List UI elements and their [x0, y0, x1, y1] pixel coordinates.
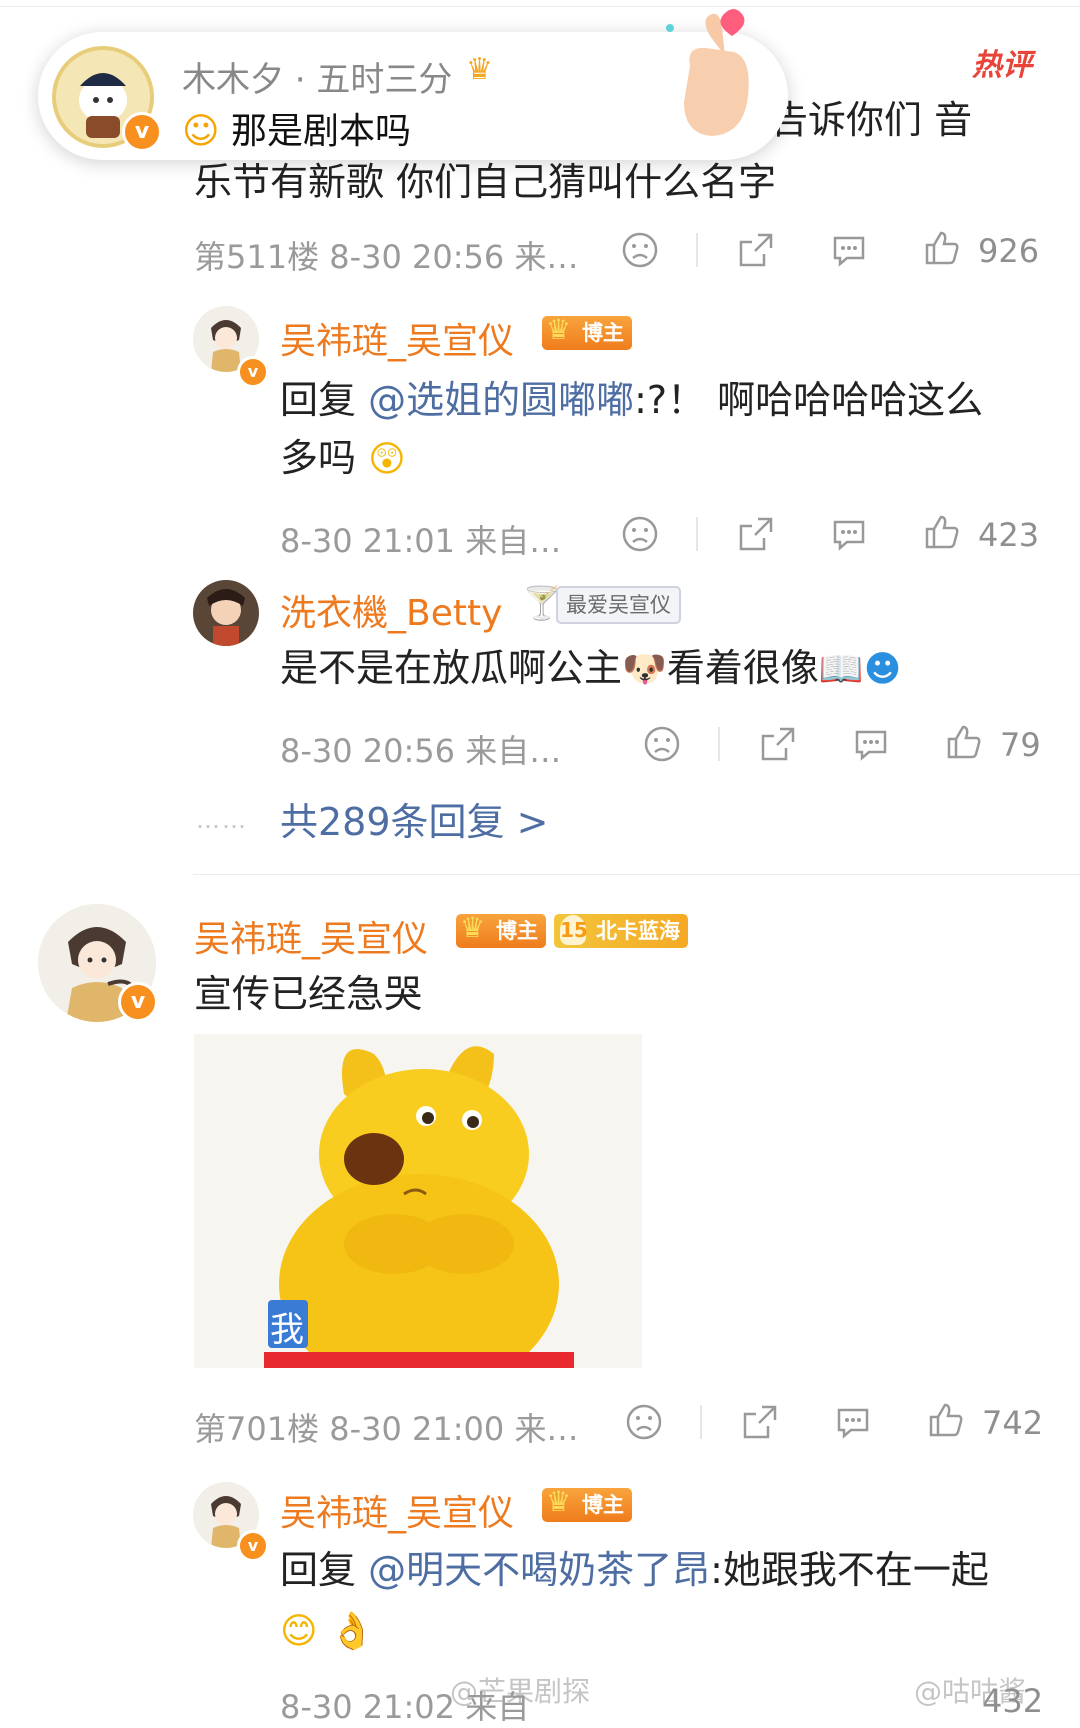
- image-caption-tag: 我: [270, 1310, 304, 1350]
- like-icon[interactable]: [926, 1400, 966, 1444]
- like-icon[interactable]: [944, 722, 984, 766]
- comment-text-line2: 乐节有新歌 你们自己猜叫什么名字: [194, 160, 777, 204]
- action-separator: [696, 233, 698, 267]
- comment-text: 宣传已经急哭: [194, 972, 423, 1016]
- action-separator: [696, 517, 698, 551]
- reply-text-line1: 回复 @选姐的圆嘟嘟:?！ 啊哈哈哈哈这么: [280, 378, 984, 422]
- shocked-emoji-icon: 😲: [368, 439, 406, 480]
- fan-level-badge: 15 北卡蓝海: [554, 914, 688, 948]
- finger-heart-icon: [650, 6, 770, 146]
- watermark-right: @咕咕酱: [914, 1675, 1027, 1708]
- username[interactable]: 洗衣機_Betty: [280, 584, 502, 636]
- dislike-icon[interactable]: [620, 514, 660, 558]
- reply-icon[interactable]: [833, 1402, 873, 1446]
- blogger-badge: ♛ 博主: [542, 1485, 632, 1522]
- comment-text-line1: 告诉你们 音: [770, 98, 973, 142]
- top-divider: [0, 6, 1080, 7]
- like-count: 742: [982, 1404, 1044, 1442]
- action-separator: [718, 727, 720, 761]
- fan-badge: 最爱吴宣仪: [556, 586, 681, 624]
- action-separator: [700, 1405, 702, 1439]
- notification-sender: 木木夕 · 五时三分: [182, 60, 453, 100]
- watermark-left: @芒果剧探: [450, 1675, 591, 1708]
- reply-emojis: 😊 👌: [280, 1602, 374, 1660]
- more-dots: ……: [196, 806, 248, 834]
- book-emoji-icon: 📖: [818, 649, 864, 690]
- dislike-icon[interactable]: [624, 1402, 664, 1446]
- verified-badge-icon: v: [122, 112, 162, 152]
- mention-link[interactable]: @明天不喝奶茶了昂: [368, 1548, 710, 1592]
- notification-message: ☺ 那是剧本吗: [182, 111, 411, 152]
- crown-icon: ♛: [546, 1485, 572, 1518]
- like-count: 926: [978, 232, 1040, 270]
- verified-badge-icon: v: [237, 356, 269, 388]
- share-icon[interactable]: [736, 230, 776, 274]
- reply-text: 回复 @明天不喝奶茶了昂:她跟我不在一起: [280, 1548, 989, 1592]
- reply-text: 是不是在放瓜啊公主🐶看着很像📖☻: [280, 640, 901, 698]
- reply-meta: 8-30 21:01 来自…: [280, 522, 562, 560]
- crown-icon: ♛: [460, 911, 486, 944]
- like-icon[interactable]: [922, 512, 962, 556]
- doraemon-emoji-icon: ☻: [863, 649, 902, 690]
- comment-meta: 第511楼 8-30 20:56 来…: [194, 238, 579, 276]
- reply-icon[interactable]: [851, 724, 891, 768]
- doge-emoji-icon: 🐶: [622, 649, 667, 690]
- avatar[interactable]: [193, 580, 259, 646]
- shush-emoji-icon: ☺: [182, 111, 220, 152]
- username[interactable]: 吴祎琏_吴宣仪: [194, 910, 428, 962]
- share-icon[interactable]: [758, 724, 798, 768]
- like-icon[interactable]: [922, 228, 962, 272]
- comment-meta: 第701楼 8-30 21:00 来…: [194, 1410, 579, 1448]
- username[interactable]: 吴祎琏_吴宣仪: [280, 1484, 514, 1536]
- reply-icon[interactable]: [829, 514, 869, 558]
- ok-hand-emoji-icon: 👌: [329, 1611, 375, 1652]
- crown-icon: ♛: [466, 52, 493, 87]
- reply-icon[interactable]: [829, 230, 869, 274]
- dislike-icon[interactable]: [620, 230, 660, 274]
- dislike-icon[interactable]: [642, 724, 682, 768]
- like-count: 423: [978, 516, 1040, 554]
- blogger-badge: ♛ 博主: [542, 313, 632, 350]
- username[interactable]: 吴祎琏_吴宣仪: [280, 312, 514, 364]
- blogger-badge: ♛ 博主: [456, 911, 546, 948]
- verified-badge-icon: v: [118, 982, 158, 1022]
- reply-meta: 8-30 20:56 来自…: [280, 732, 562, 770]
- crown-icon: ♛: [546, 313, 572, 346]
- share-icon[interactable]: [736, 514, 776, 558]
- comment-image[interactable]: [194, 1034, 642, 1368]
- like-count: 79: [1000, 726, 1041, 764]
- shy-emoji-icon: 😊: [280, 1611, 318, 1652]
- share-icon[interactable]: [740, 1402, 780, 1446]
- view-all-replies-link[interactable]: 共289条回复 >: [280, 794, 548, 850]
- verified-badge-icon: v: [237, 1530, 269, 1562]
- comment-divider: [193, 874, 1080, 875]
- mention-link[interactable]: @选姐的圆嘟嘟: [368, 378, 634, 422]
- hot-comment-label: 热评: [972, 48, 1032, 83]
- reply-text-line2: 多吗 😲: [280, 430, 406, 488]
